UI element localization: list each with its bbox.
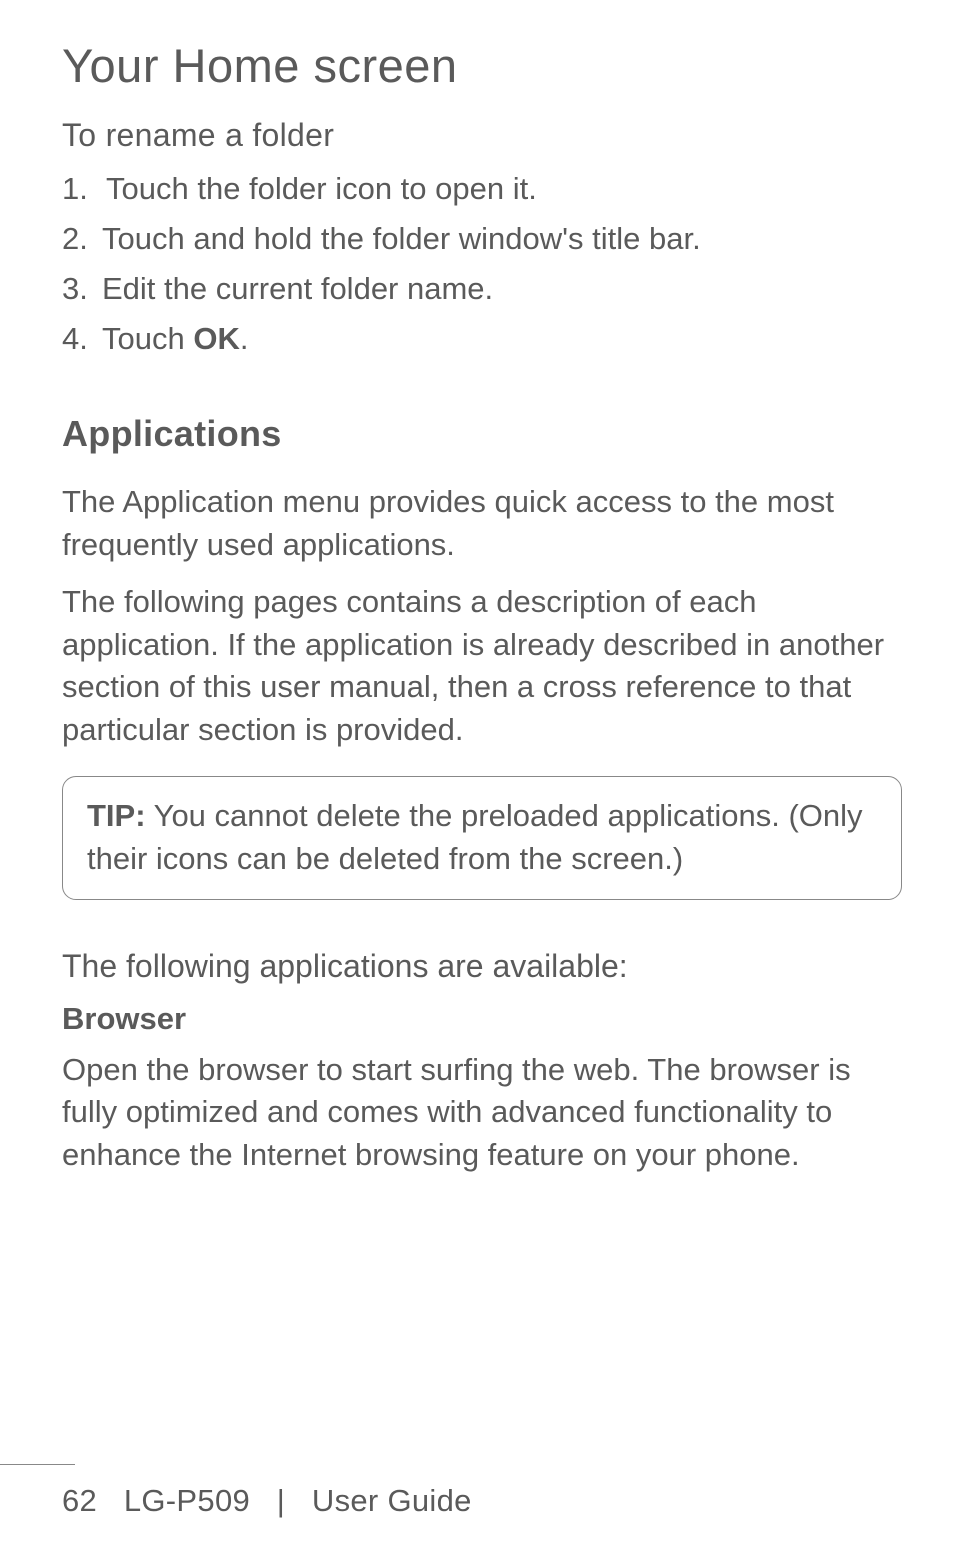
footer-divider — [0, 1464, 75, 1465]
step-number: 2. — [62, 218, 96, 260]
rename-folder-heading: To rename a folder — [62, 117, 902, 154]
step-text: Touch the folder icon to open it. — [106, 168, 537, 210]
step-text-suffix: . — [240, 321, 249, 356]
step-text: Touch OK. — [102, 318, 248, 360]
footer-text: 62 LG-P509 | User Guide — [0, 1483, 954, 1519]
tip-label: TIP: — [87, 798, 146, 833]
available-apps-heading: The following applications are available… — [62, 948, 902, 985]
list-item: 4. Touch OK. — [62, 318, 902, 360]
step-text: Edit the current folder name. — [102, 268, 493, 310]
footer-label: User Guide — [312, 1483, 472, 1518]
step-number: 1. — [62, 168, 96, 210]
footer-separator: | — [277, 1483, 285, 1518]
rename-steps-list: 1. Touch the folder icon to open it. 2. … — [62, 168, 902, 359]
browser-description: Open the browser to start surfing the we… — [62, 1049, 902, 1177]
step-text-prefix: Touch — [102, 321, 193, 356]
step-text-bold: OK — [193, 321, 240, 356]
list-item: 3. Edit the current folder name. — [62, 268, 902, 310]
step-number: 4. — [62, 318, 96, 360]
footer-model: LG-P509 — [124, 1483, 250, 1518]
page-number: 62 — [62, 1483, 97, 1518]
list-item: 1. Touch the folder icon to open it. — [62, 168, 902, 210]
page-title: Your Home screen — [62, 38, 902, 93]
browser-title: Browser — [62, 1001, 902, 1037]
applications-para-1: The Application menu provides quick acce… — [62, 481, 902, 567]
list-item: 2. Touch and hold the folder window's ti… — [62, 218, 902, 260]
tip-body: You cannot delete the preloaded applicat… — [87, 798, 863, 876]
page-footer: 62 LG-P509 | User Guide — [0, 1464, 954, 1519]
step-number: 3. — [62, 268, 96, 310]
applications-para-2: The following pages contains a descripti… — [62, 581, 902, 752]
applications-heading: Applications — [62, 413, 902, 455]
tip-box: TIP: You cannot delete the preloaded app… — [62, 776, 902, 900]
step-text: Touch and hold the folder window's title… — [102, 218, 701, 260]
tip-text: TIP: You cannot delete the preloaded app… — [87, 795, 877, 881]
